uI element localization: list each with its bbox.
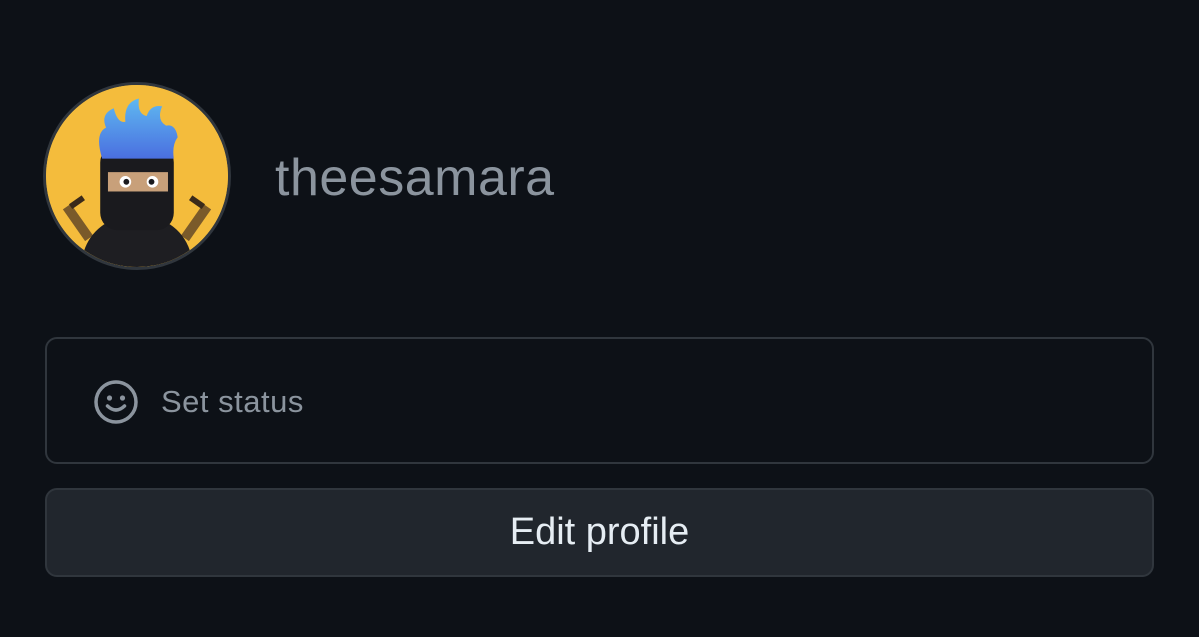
set-status-label: Set status: [161, 384, 304, 419]
ninja-avatar-image: [46, 85, 228, 267]
set-status-button[interactable]: Set status: [45, 337, 1154, 464]
avatar[interactable]: [43, 82, 231, 270]
username: theesamara: [275, 149, 555, 207]
edit-profile-button[interactable]: Edit profile: [45, 488, 1154, 577]
smiley-icon: [93, 379, 139, 425]
